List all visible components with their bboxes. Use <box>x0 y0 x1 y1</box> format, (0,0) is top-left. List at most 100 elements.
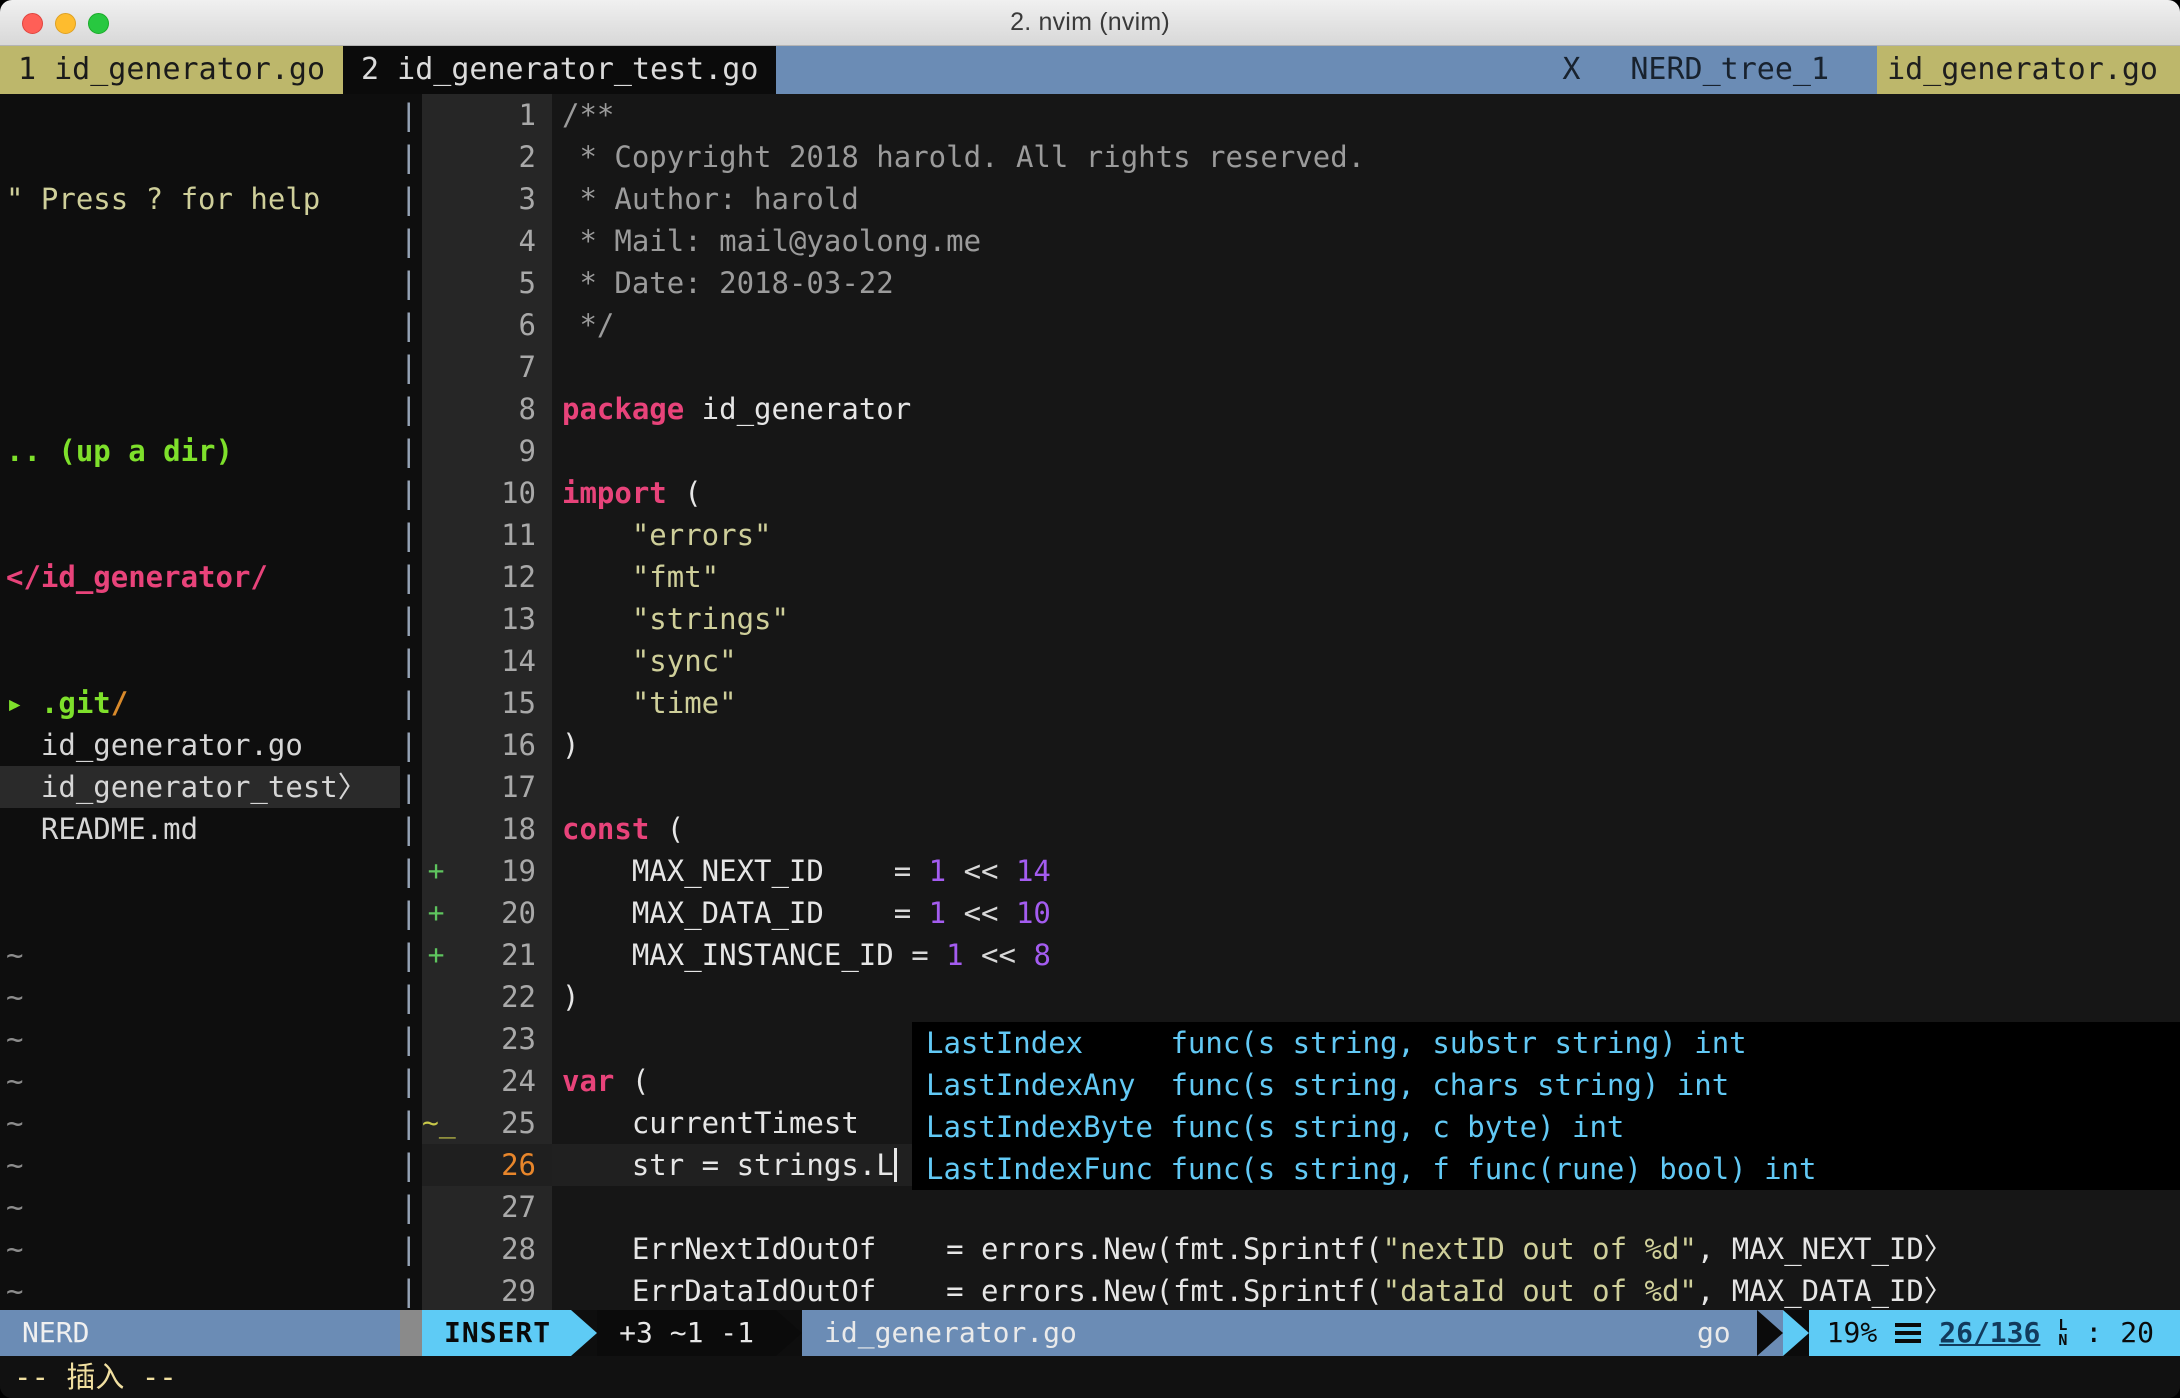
code-token: 1 <box>946 938 963 972</box>
buffer-nerd-tree-1[interactable]: NERD_tree_1 <box>1626 46 1847 94</box>
editor-line-8[interactable]: 8package id_generator <box>422 388 2180 430</box>
editor-line-15[interactable]: 15 "time" <box>422 682 2180 724</box>
code-token: 10 <box>1016 896 1051 930</box>
nerdtree-indent <box>6 728 41 762</box>
nerdtree-item-2[interactable]: id_generator_test〉 <box>0 766 418 808</box>
editor-line-text: "sync" <box>562 640 737 682</box>
editor-line-text: "errors" <box>562 514 772 556</box>
split-separator-char: | <box>400 1102 422 1144</box>
code-token: "fmt" <box>632 560 719 594</box>
editor-line-11[interactable]: 11 "errors" <box>422 514 2180 556</box>
split-separator-char: | <box>400 724 422 766</box>
editor-line-22[interactable]: 22) <box>422 976 2180 1018</box>
line-number: 21 <box>422 934 536 976</box>
line-number: 17 <box>422 766 536 808</box>
nerdtree-item-label: .git <box>41 686 111 720</box>
code-token <box>562 518 632 552</box>
code-token: const <box>562 812 649 846</box>
statusline: NERD INSERT +3 ~1 -1 id_generator.go go … <box>0 1310 2180 1356</box>
split-separator-char: | <box>400 934 422 976</box>
window-controls <box>22 0 109 46</box>
tab-id-generator-go[interactable]: 1 id_generator.go <box>0 46 343 94</box>
completion-item-1[interactable]: LastIndexAny func(s string, chars string… <box>912 1064 2180 1106</box>
terminal-surface: 1 id_generator.go 2 id_generator_test.go… <box>0 46 2180 1398</box>
editor-line-1[interactable]: 1/** <box>422 94 2180 136</box>
editor-line-2[interactable]: 2 * Copyright 2018 harold. All rights re… <box>422 136 2180 178</box>
tabline: 1 id_generator.go 2 id_generator_test.go… <box>0 46 2180 94</box>
code-token: = <box>894 854 929 888</box>
editor-line-21[interactable]: +21 MAX_INSTANCE_ID = 1 << 8 <box>422 934 2180 976</box>
code-token: /** <box>562 98 614 132</box>
nerdtree-item-3[interactable]: README.md <box>0 808 418 850</box>
editor-line-27[interactable]: 27 <box>422 1186 2180 1228</box>
split-separator-char: | <box>400 430 422 472</box>
editor-line-12[interactable]: 12 "fmt" <box>422 556 2180 598</box>
line-number: 9 <box>422 430 536 472</box>
line-number-icon: LN <box>2058 1318 2067 1348</box>
editor-line-6[interactable]: 6 */ <box>422 304 2180 346</box>
editor-line-18[interactable]: 18 const ( <box>422 808 2180 850</box>
nerdtree-filler-line: ~ <box>0 1060 418 1102</box>
minimize-button[interactable] <box>55 13 76 34</box>
nerdtree-item-0[interactable]: ▸ .git/ <box>0 682 418 724</box>
editor-line-20[interactable]: +20 MAX_DATA_ID = 1 << 10 <box>422 892 2180 934</box>
editor-line-text: */ <box>562 304 614 346</box>
disclosure-triangle-icon[interactable]: ▸ <box>6 686 41 720</box>
nerdtree-root[interactable]: </id_generator/ <box>0 556 418 598</box>
editor-line-17[interactable]: 17 <box>422 766 2180 808</box>
editor-line-text: ErrDataIdOutOf = errors.New(fmt.Sprintf(… <box>562 1270 1953 1310</box>
completion-item-2[interactable]: LastIndexByte func(s string, c byte) int <box>912 1106 2180 1148</box>
split-separator-char: | <box>400 598 422 640</box>
code-token: , MAX_NEXT_ID〉 <box>1697 1232 1953 1266</box>
code-token: MAX_INSTANCE_ID <box>562 938 911 972</box>
editor-line-10[interactable]: 10import ( <box>422 472 2180 514</box>
editor-line-13[interactable]: 13 "strings" <box>422 598 2180 640</box>
nerdtree-item-label: id_generator_test〉 <box>41 770 367 804</box>
zoom-button[interactable] <box>88 13 109 34</box>
code-token: = <box>894 896 929 930</box>
line-number: 24 <box>422 1060 536 1102</box>
completion-item-3[interactable]: LastIndexFunc func(s string, f func(rune… <box>912 1148 2180 1190</box>
completion-word: LastIndex <box>926 1026 1153 1060</box>
editor-line-text: "fmt" <box>562 556 719 598</box>
editor-line-5[interactable]: 5 * Date: 2018-03-22 <box>422 262 2180 304</box>
split-separator-char: | <box>400 220 422 262</box>
line-number: 27 <box>422 1186 536 1228</box>
line-number: 3 <box>422 178 536 220</box>
line-number: 18 <box>422 808 536 850</box>
split-separator-char: | <box>400 682 422 724</box>
editor-line-text: * Date: 2018-03-22 <box>562 262 894 304</box>
editor-line-29[interactable]: 29 ErrDataIdOutOf = errors.New(fmt.Sprin… <box>422 1270 2180 1310</box>
completion-word: LastIndexFunc <box>926 1152 1153 1186</box>
code-token: 1 <box>929 854 946 888</box>
completion-item-0[interactable]: LastIndex func(s string, substr string) … <box>912 1022 2180 1064</box>
code-token: << <box>946 854 1016 888</box>
line-number: 15 <box>422 682 536 724</box>
nerdtree-filler-line: ~ <box>0 1144 418 1186</box>
editor-line-4[interactable]: 4 * Mail: mail@yaolong.me <box>422 220 2180 262</box>
editor-line-7[interactable]: 7 <box>422 346 2180 388</box>
close-button[interactable] <box>22 13 43 34</box>
tabline-close-icon[interactable]: X <box>1556 46 1596 94</box>
buffer-id-generator-go[interactable]: id_generator.go <box>1877 46 2180 94</box>
nerdtree-item-1[interactable]: id_generator.go <box>0 724 418 766</box>
editor-line-28[interactable]: 28 ErrNextIdOutOf = errors.New(fmt.Sprin… <box>422 1228 2180 1270</box>
code-token: << <box>964 938 1034 972</box>
code-token: ( <box>649 812 684 846</box>
split-separator-char: | <box>400 304 422 346</box>
line-number: 26 <box>422 1144 536 1186</box>
split-separator-char: | <box>400 850 422 892</box>
completion-popup-menu[interactable]: LastIndex func(s string, substr string) … <box>912 1022 2180 1190</box>
tab-id-generator-test-go[interactable]: 2 id_generator_test.go <box>343 46 776 94</box>
editor-line-16[interactable]: 16) <box>422 724 2180 766</box>
editor-line-9[interactable]: 9 <box>422 430 2180 472</box>
nerdtree-filler-line: ~ <box>0 976 418 1018</box>
statusline-arrow-3 <box>1757 1310 1783 1356</box>
split-separator-char: | <box>400 1060 422 1102</box>
editor-line-14[interactable]: 14 "sync" <box>422 640 2180 682</box>
nerdtree-up-a-dir[interactable]: .. (up a dir) <box>0 430 418 472</box>
code-token: ErrDataIdOutOf <box>562 1274 946 1308</box>
nerdtree-pane[interactable]: " Press ? for help .. (up a dir) </id_ge… <box>0 94 418 1310</box>
editor-line-3[interactable]: 3 * Author: harold <box>422 178 2180 220</box>
editor-line-19[interactable]: +19 MAX_NEXT_ID = 1 << 14 <box>422 850 2180 892</box>
